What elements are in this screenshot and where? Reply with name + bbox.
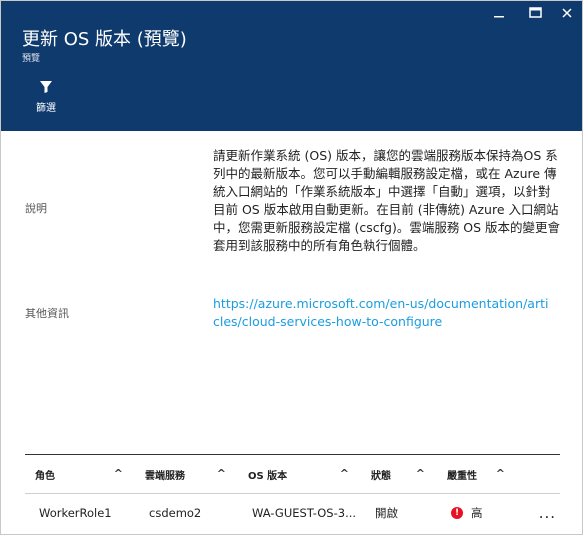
description-text: 請更新作業系統 (OS) 版本，讓您的雲端服務版本保持為OS 系列中的最新版本。… [213,148,561,253]
maximize-icon[interactable] [524,5,546,25]
error-icon: ! [451,507,463,519]
filter-label: 篩選 [36,103,56,114]
roles-table: 角色 ^ 雲端服務 ^ OS 版本 ^ 狀態 ^ 嚴重性 ^ WorkerRole1 cs… [25,454,560,532]
sort-icon: ^ [495,467,505,480]
column-header-severity[interactable]: 嚴重性 ^ [437,455,517,493]
blade-header: 更新 OS 版本 (預覽) 預覽 篩選 [1,1,582,131]
cell-os-version: WA-GUEST-OS-3... [252,506,357,520]
sort-icon: ^ [339,467,349,480]
cell-service: csdemo2 [149,506,202,520]
column-header-actions [517,455,560,493]
cell-role: WorkerRole1 [39,506,112,520]
page-subtitle: 預覽 [22,54,41,64]
filter-icon [30,80,62,94]
minimize-icon[interactable] [488,5,510,25]
cell-severity: ! 高 [437,505,517,521]
cell-status: 開啟 [375,506,398,520]
column-header-role[interactable]: 角色 ^ [25,455,135,493]
column-header-os-version[interactable]: OS 版本 ^ [238,455,361,493]
filter-button[interactable]: 篩選 [30,80,62,116]
more-info-link[interactable]: https://azure.microsoft.com/en-us/docume… [213,295,553,331]
severity-label: 高 [471,506,483,520]
table-row[interactable]: WorkerRole1 csdemo2 WA-GUEST-OS-3... 開啟 … [25,494,560,532]
description-label: 說明 [25,202,47,215]
column-header-status[interactable]: 狀態 ^ [361,455,437,493]
sort-icon: ^ [113,467,123,480]
blade-window: 更新 OS 版本 (預覽) 預覽 篩選 說明 請更新作業系統 (OS) 版本，讓… [0,0,583,535]
more-info-label: 其他資訊 [25,307,69,320]
more-actions-button[interactable]: ... [517,504,560,522]
column-header-service[interactable]: 雲端服務 ^ [135,455,238,493]
sort-icon: ^ [415,467,425,480]
sort-icon: ^ [216,467,226,480]
close-icon[interactable] [556,5,578,25]
table-header: 角色 ^ 雲端服務 ^ OS 版本 ^ 狀態 ^ 嚴重性 ^ [25,454,560,494]
page-title: 更新 OS 版本 (預覽) [22,29,187,50]
